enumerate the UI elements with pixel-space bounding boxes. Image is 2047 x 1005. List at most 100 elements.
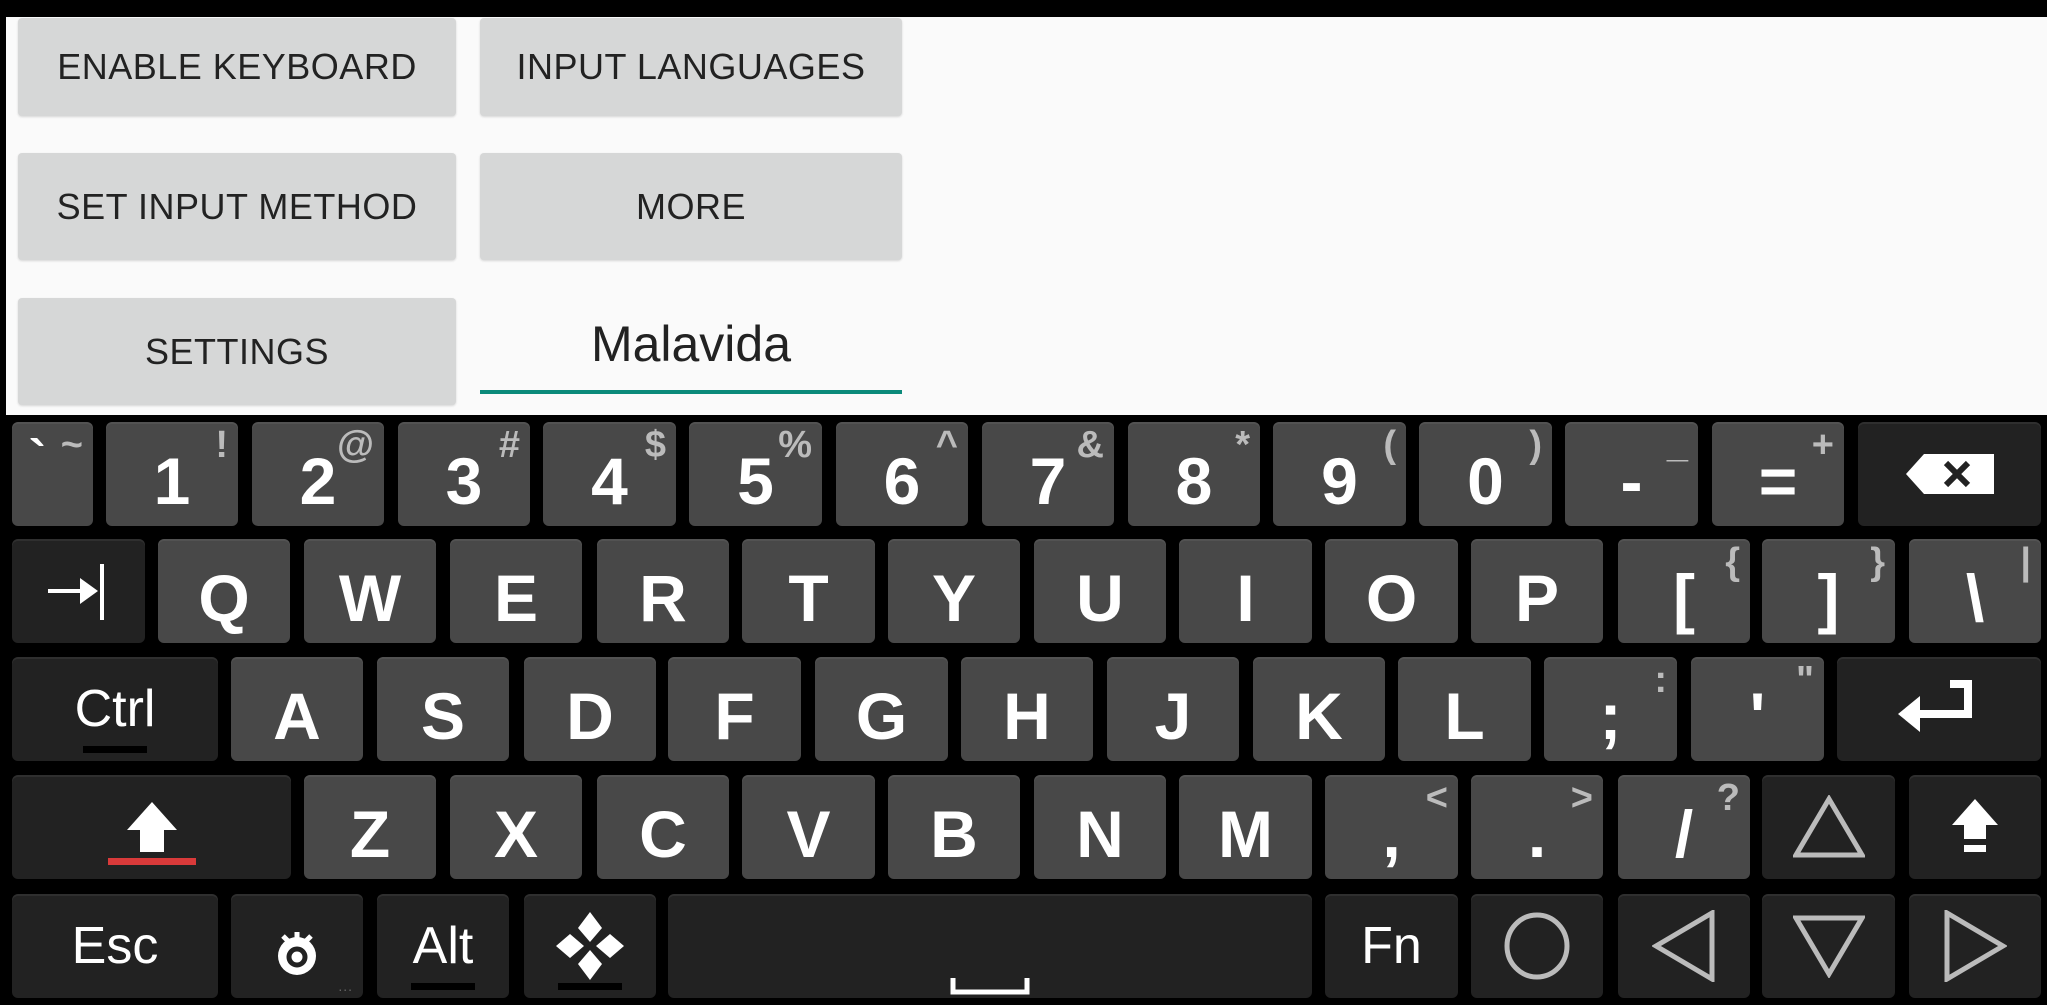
- key-u[interactable]: U: [1034, 539, 1166, 643]
- key-label: C: [639, 797, 687, 871]
- key-9[interactable]: 9(: [1273, 422, 1406, 526]
- key-dpad[interactable]: [524, 894, 656, 998]
- key-arrow-right[interactable]: [1909, 894, 2041, 998]
- key-slash[interactable]: /?: [1618, 775, 1750, 879]
- key-b[interactable]: B: [888, 775, 1020, 879]
- key-p[interactable]: P: [1471, 539, 1603, 643]
- key-label: P: [1514, 561, 1560, 635]
- key-label: F: [714, 679, 755, 753]
- key-o[interactable]: O: [1325, 539, 1458, 643]
- key-label: Alt: [412, 917, 474, 975]
- key-alt-label: :: [1654, 659, 1667, 701]
- key-alt-label: +: [1811, 424, 1834, 466]
- key-esc[interactable]: Esc: [12, 894, 218, 998]
- key-l[interactable]: L: [1398, 657, 1531, 761]
- key-a[interactable]: A: [231, 657, 363, 761]
- key-g[interactable]: G: [815, 657, 948, 761]
- key-s[interactable]: S: [377, 657, 509, 761]
- key-v[interactable]: V: [742, 775, 875, 879]
- key-c[interactable]: C: [597, 775, 729, 879]
- key-e[interactable]: E: [450, 539, 582, 643]
- key-5[interactable]: 5%: [689, 422, 822, 526]
- settings-button[interactable]: SETTINGS: [18, 298, 456, 405]
- key-f[interactable]: F: [668, 657, 801, 761]
- app-panel: ENABLE KEYBOARD INPUT LANGUAGES SET INPU…: [6, 17, 2047, 415]
- key-alt-label: $: [644, 424, 666, 466]
- key-arrow-up[interactable]: [1762, 775, 1895, 879]
- key-label: M: [1218, 797, 1273, 871]
- key-backspace[interactable]: [1858, 422, 2041, 526]
- key-quote[interactable]: ' ": [1691, 657, 1824, 761]
- key-w[interactable]: W: [304, 539, 436, 643]
- shift-active-indicator: [107, 858, 196, 865]
- key-arrow-left[interactable]: [1618, 894, 1750, 998]
- set-input-method-button[interactable]: SET INPUT METHOD: [18, 153, 456, 260]
- key-x[interactable]: X: [450, 775, 582, 879]
- key-k[interactable]: K: [1253, 657, 1385, 761]
- key-h[interactable]: H: [961, 657, 1093, 761]
- key-enter[interactable]: [1837, 657, 2041, 761]
- key-6[interactable]: 6 ^: [836, 422, 968, 526]
- key-i[interactable]: I: [1179, 539, 1312, 643]
- key-comma[interactable]: , <: [1325, 775, 1458, 879]
- dpad-icon: [554, 910, 626, 982]
- key-period[interactable]: . >: [1471, 775, 1603, 879]
- key-ctrl[interactable]: Ctrl: [12, 657, 218, 761]
- triangle-right-icon: [1943, 910, 2007, 982]
- key-semicolon[interactable]: ;:: [1544, 657, 1677, 761]
- key-7[interactable]: 7 &: [982, 422, 1114, 526]
- more-button[interactable]: MORE: [480, 153, 902, 260]
- key-backslash[interactable]: \ |: [1909, 539, 2041, 643]
- key-alt-label: @: [336, 424, 374, 466]
- key-label: A: [273, 679, 321, 753]
- key-home[interactable]: [1471, 894, 1603, 998]
- key-backtick[interactable]: ` ~: [12, 422, 93, 526]
- input-languages-button[interactable]: INPUT LANGUAGES: [480, 18, 902, 116]
- space-icon: [950, 896, 1030, 996]
- key-tab[interactable]: [12, 539, 145, 643]
- key-left-bracket[interactable]: [{: [1618, 539, 1750, 643]
- key-label: K: [1295, 679, 1343, 753]
- key-0[interactable]: 0): [1419, 422, 1552, 526]
- key-label: `: [28, 430, 47, 488]
- key-1[interactable]: 1!: [106, 422, 238, 526]
- key-label: Q: [198, 561, 250, 635]
- enable-keyboard-button[interactable]: ENABLE KEYBOARD: [18, 18, 456, 116]
- key-label: Z: [349, 797, 391, 871]
- triangle-left-icon: [1652, 910, 1716, 982]
- key-space[interactable]: [668, 894, 1312, 998]
- key-3[interactable]: 3 #: [398, 422, 530, 526]
- key-label: O: [1365, 561, 1418, 635]
- key-equals[interactable]: = +: [1712, 422, 1844, 526]
- key-alt[interactable]: Alt: [377, 894, 509, 998]
- key-d[interactable]: D: [524, 657, 656, 761]
- key-alt-label: *: [1235, 424, 1250, 466]
- key-shift-lock[interactable]: [1909, 775, 2041, 879]
- key-y[interactable]: Y: [888, 539, 1020, 643]
- key-arrow-down[interactable]: [1762, 894, 1895, 998]
- key-fn[interactable]: Fn: [1325, 894, 1458, 998]
- key-shift[interactable]: [12, 775, 291, 879]
- key-8[interactable]: 8 *: [1128, 422, 1260, 526]
- key-right-bracket[interactable]: ]}: [1762, 539, 1895, 643]
- key-settings[interactable]: ...: [231, 894, 363, 998]
- backspace-icon: [1904, 452, 1996, 496]
- key-alt-label: ~: [60, 424, 83, 466]
- key-label: ;: [1599, 679, 1622, 753]
- key-j[interactable]: J: [1107, 657, 1239, 761]
- key-r[interactable]: R: [597, 539, 729, 643]
- key-label: L: [1444, 679, 1485, 753]
- key-z[interactable]: Z: [304, 775, 436, 879]
- key-alt-label: ^: [935, 424, 958, 466]
- key-m[interactable]: M: [1179, 775, 1312, 879]
- shift-lock-icon: [1950, 797, 2000, 857]
- key-minus[interactable]: - _: [1565, 422, 1698, 526]
- key-t[interactable]: T: [742, 539, 875, 643]
- key-2[interactable]: 2 @: [252, 422, 384, 526]
- more-dots: ...: [338, 978, 353, 994]
- key-n[interactable]: N: [1034, 775, 1166, 879]
- key-4[interactable]: 4 $: [543, 422, 676, 526]
- text-input[interactable]: Malavida: [480, 298, 902, 394]
- key-q[interactable]: Q: [158, 539, 290, 643]
- key-label: Y: [931, 561, 977, 635]
